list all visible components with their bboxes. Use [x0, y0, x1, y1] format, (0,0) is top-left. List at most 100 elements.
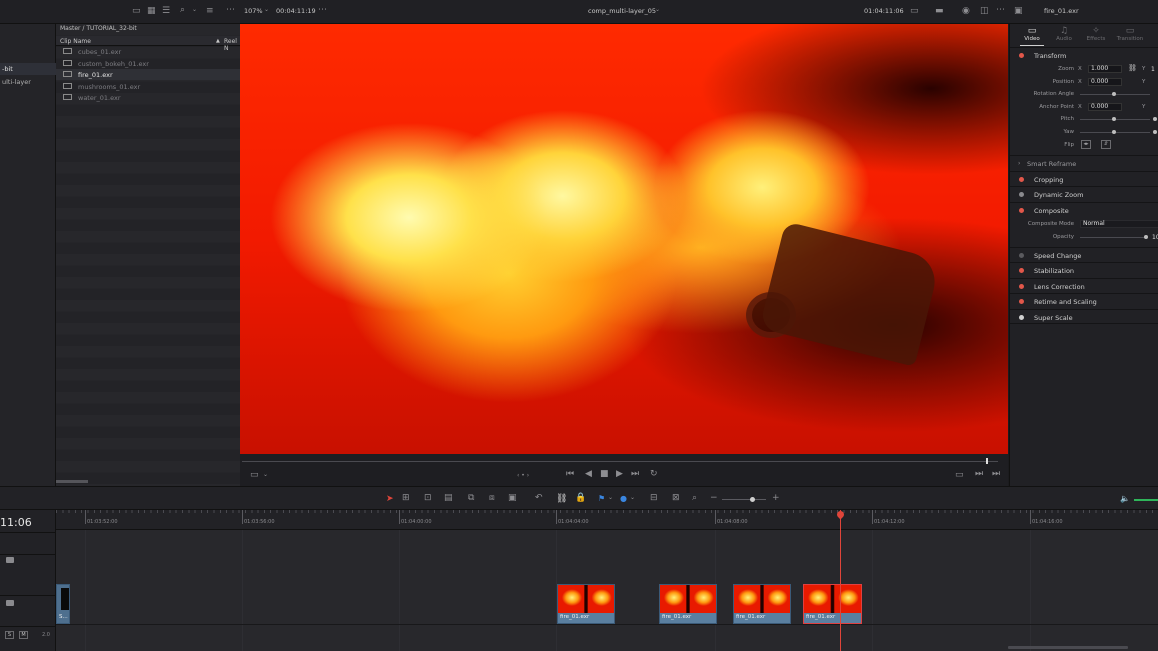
enable-toggle-icon[interactable]: [1019, 192, 1024, 197]
section-speed-change[interactable]: Speed Change: [1010, 247, 1158, 262]
clip-row[interactable]: cubes_01.exr: [56, 46, 240, 57]
position-x-field[interactable]: 0.000: [1088, 78, 1122, 86]
timeline-clip-selected[interactable]: fire_01.exr: [803, 584, 862, 624]
yaw-reset-knob[interactable]: [1153, 130, 1157, 134]
rotation-slider-knob[interactable]: [1112, 92, 1116, 96]
composite-mode-select[interactable]: Normal: [1080, 220, 1158, 228]
sort-arrow-icon[interactable]: ▲: [216, 38, 220, 44]
timeline-clip[interactable]: fire_01.exr: [733, 584, 791, 624]
zoom-detail-icon[interactable]: ⊠: [672, 494, 680, 503]
viewer-options-icon[interactable]: ▭: [250, 471, 259, 480]
selection-tool-icon[interactable]: ➤: [386, 494, 394, 504]
color-picker-icon[interactable]: ◉: [962, 7, 970, 16]
more-options-icon[interactable]: ⋯: [996, 6, 1005, 15]
clip-row[interactable]: custom_bokeh_01.exr: [56, 58, 240, 69]
loop-icon[interactable]: ↻: [650, 470, 658, 479]
pitch-slider-knob[interactable]: [1112, 117, 1116, 121]
section-cropping[interactable]: Cropping: [1010, 171, 1158, 186]
marker-icon[interactable]: ●: [620, 494, 627, 503]
position-lock-icon[interactable]: 🔒: [575, 494, 586, 503]
timeline-clip-partial[interactable]: S...: [56, 584, 70, 624]
column-clip-name[interactable]: Clip Name: [60, 38, 91, 45]
chevron-down-icon[interactable]: ⌄: [192, 7, 197, 13]
overwrite-clip-icon[interactable]: ⧈: [489, 494, 495, 503]
clip-row[interactable]: mushrooms_01.exr: [56, 81, 240, 92]
chevron-down-icon[interactable]: ⌄: [263, 472, 268, 478]
grid-view-icon[interactable]: ▦: [147, 7, 156, 16]
tab-audio[interactable]: ♫ Audio: [1048, 24, 1080, 46]
zoom-slider[interactable]: [722, 499, 766, 500]
tab-transition[interactable]: ▭ Transition: [1114, 24, 1146, 46]
next-edit-icon[interactable]: ⏭: [975, 470, 983, 479]
flag-icon[interactable]: ⚑: [598, 494, 605, 503]
insert-clip-icon[interactable]: ⧉: [468, 494, 474, 503]
chevron-down-icon[interactable]: ⌄: [655, 7, 660, 13]
zoom-x-field[interactable]: 1.000: [1088, 65, 1122, 73]
viewer-mode-icon[interactable]: ▭: [910, 7, 919, 16]
enable-toggle-icon[interactable]: [1019, 315, 1024, 320]
chevron-down-icon[interactable]: ⌄: [608, 495, 613, 501]
bin-item-multilayer[interactable]: ulti-layer: [0, 76, 56, 88]
opacity-slider[interactable]: [1080, 237, 1146, 238]
chevron-down-icon[interactable]: ⌄: [630, 495, 635, 501]
stop-icon[interactable]: ■: [600, 470, 609, 479]
anchor-x-field[interactable]: 0.000: [1088, 103, 1122, 111]
solo-button[interactable]: S: [5, 631, 14, 639]
link-icon[interactable]: ⛓: [1128, 65, 1137, 72]
blade-tool-icon[interactable]: ▤: [444, 494, 453, 503]
metadata-view-icon[interactable]: ☰: [162, 7, 170, 16]
enable-toggle-icon[interactable]: [1019, 208, 1024, 213]
sort-icon[interactable]: ≡: [206, 7, 214, 16]
end-icon[interactable]: ⏭: [992, 470, 1000, 479]
play-reverse-icon[interactable]: ◀: [585, 470, 592, 479]
enable-toggle-icon[interactable]: [1019, 268, 1024, 273]
flip-horizontal-icon[interactable]: ◂▸: [1081, 140, 1091, 149]
replace-clip-icon[interactable]: ▣: [508, 494, 517, 503]
zoom-out-icon[interactable]: −: [710, 494, 718, 503]
chevron-down-icon[interactable]: ⌄: [264, 7, 269, 13]
enable-toggle-icon[interactable]: [1019, 53, 1024, 58]
zoom-custom-icon[interactable]: ⌕: [692, 494, 697, 503]
enable-toggle-icon[interactable]: [1019, 299, 1024, 304]
match-frame-icon[interactable]: ▭: [955, 471, 964, 480]
timeline-ruler[interactable]: 01:03:52:00 01:03:56:00 01:04:00:00 01:0…: [56, 510, 1158, 530]
section-dynamic-zoom[interactable]: Dynamic Zoom: [1010, 186, 1158, 201]
timeline-playhead[interactable]: [840, 510, 841, 651]
clip-view-icon[interactable]: ▬: [935, 7, 944, 16]
tab-effects[interactable]: ✧ Effects: [1080, 24, 1112, 46]
list-view-icon[interactable]: ▭: [132, 7, 141, 16]
linked-selection-icon[interactable]: ⛓: [556, 494, 567, 504]
snapping-icon[interactable]: ↶: [535, 494, 543, 503]
viewer-zoom[interactable]: 107%: [244, 7, 263, 15]
zoom-slider-knob[interactable]: [750, 497, 755, 502]
section-smart-reframe[interactable]: › Smart Reframe: [1010, 155, 1158, 170]
search-icon[interactable]: ⌕: [180, 6, 185, 15]
chevron-right-icon[interactable]: ›: [1018, 160, 1020, 167]
last-frame-icon[interactable]: ⏭: [631, 470, 639, 479]
zoom-in-icon[interactable]: +: [772, 494, 780, 503]
trim-tool-icon[interactable]: ⊞: [402, 494, 410, 503]
enable-toggle-icon[interactable]: [1019, 284, 1024, 289]
timeline-scrollbar[interactable]: [1008, 646, 1128, 649]
horizontal-scrollbar[interactable]: [56, 480, 88, 483]
timeline-clip[interactable]: fire_01.exr: [659, 584, 717, 624]
more-options-icon[interactable]: ⋯: [318, 6, 327, 15]
enable-toggle-icon[interactable]: [1019, 253, 1024, 258]
zoom-y-field[interactable]: 1: [1151, 66, 1155, 73]
section-super-scale[interactable]: Super Scale: [1010, 309, 1158, 324]
section-retime-scaling[interactable]: Retime and Scaling: [1010, 293, 1158, 308]
play-icon[interactable]: ▶: [616, 470, 623, 479]
mute-button[interactable]: M: [19, 631, 28, 639]
clip-row[interactable]: fire_01.exr: [56, 69, 240, 80]
yaw-slider-knob[interactable]: [1112, 130, 1116, 134]
zoom-full-icon[interactable]: ⊟: [650, 494, 658, 503]
opacity-slider-knob[interactable]: [1144, 235, 1148, 239]
section-composite[interactable]: Composite: [1010, 202, 1158, 217]
track-video-icon[interactable]: [6, 600, 14, 606]
tab-video[interactable]: ▭ Video: [1016, 24, 1048, 46]
timeline-name[interactable]: comp_multi-layer_05: [588, 7, 656, 15]
track-video-icon[interactable]: [6, 557, 14, 563]
bin-item-32bit[interactable]: -bit: [0, 63, 56, 75]
first-frame-icon[interactable]: ⏮: [566, 470, 574, 479]
opacity-value[interactable]: 10: [1152, 234, 1158, 241]
